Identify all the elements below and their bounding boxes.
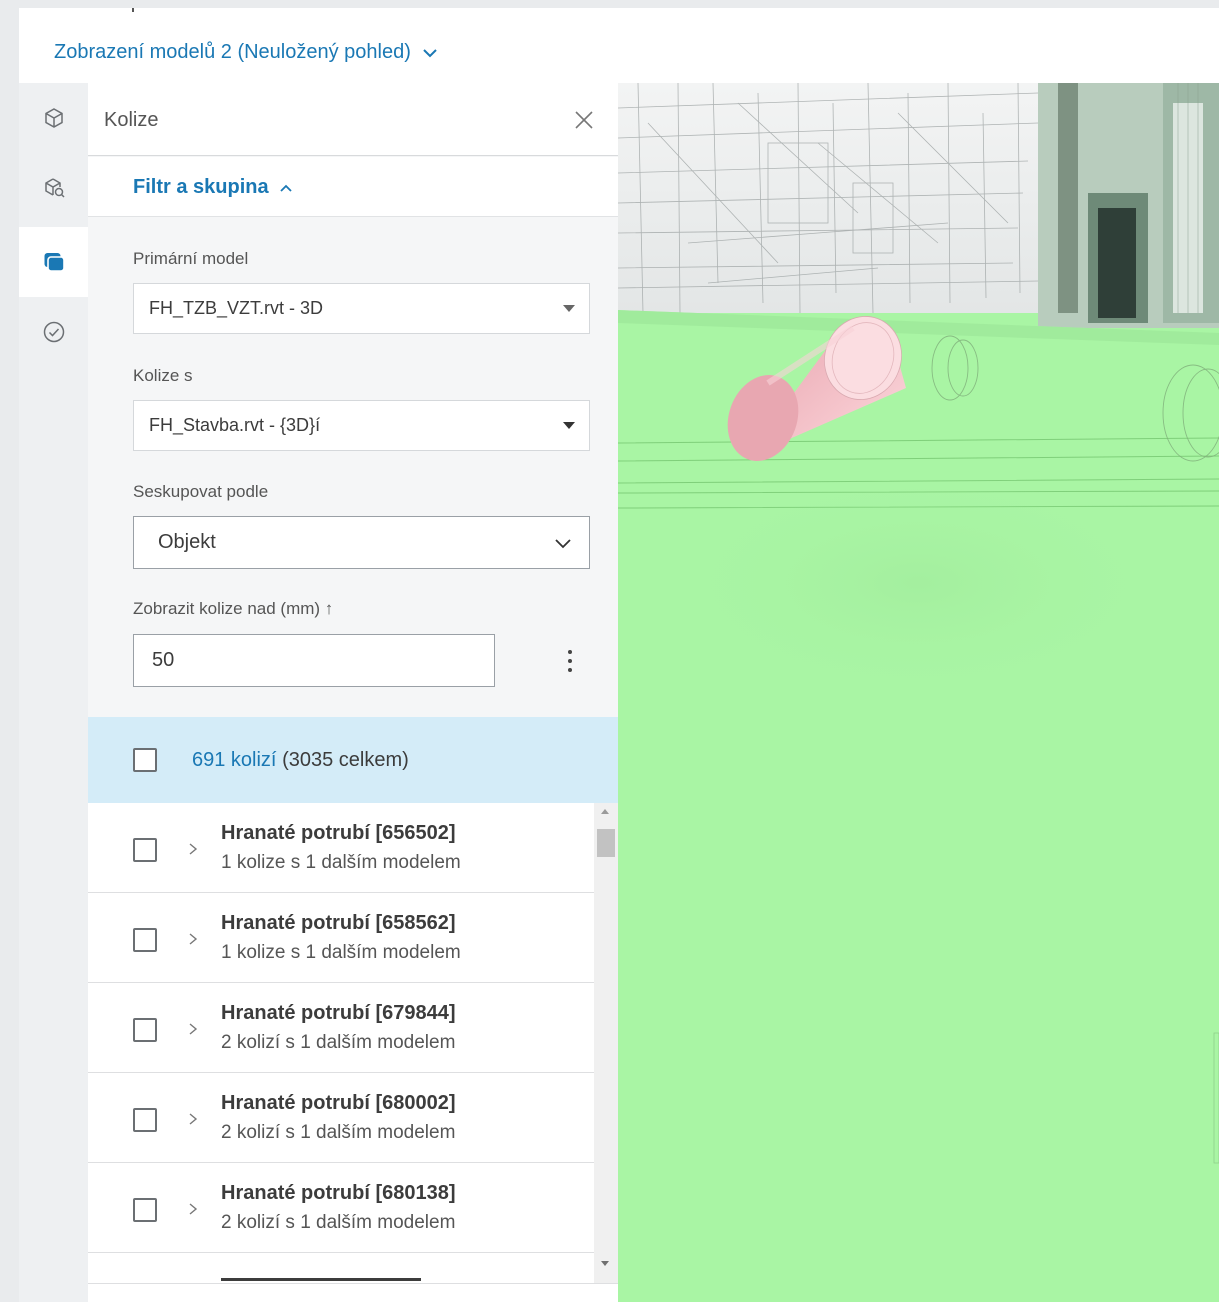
scroll-down-icon[interactable] [601, 1261, 609, 1266]
row-checkbox[interactable] [133, 1018, 157, 1042]
clash-total: (3035 celkem) [282, 749, 409, 771]
clash-summary-row: 691 kolizí (3035 celkem) [88, 717, 618, 803]
view-selector[interactable]: Zobrazení modelů 2 (Neuložený pohled) [54, 41, 439, 64]
clash-panel: Kolize Filtr a skupina Primární model FH… [88, 83, 618, 1302]
primary-model-label: Primární model [133, 249, 249, 268]
scroll-up-icon[interactable] [601, 809, 609, 814]
row-title: Hranaté potrubí [656502] [221, 822, 456, 844]
list-item-partial[interactable]: ▬▬▬▬▬▬▬▬▬▬ [88, 1253, 594, 1283]
threshold-input[interactable] [133, 634, 495, 687]
row-subtitle: 2 kolizí s 1 dalším modelem [221, 1212, 456, 1233]
cube-icon [44, 108, 63, 128]
row-checkbox[interactable] [133, 928, 157, 952]
section-title[interactable]: Filtr a skupina [133, 176, 293, 199]
row-title-cropped-glyphs: ▬▬▬▬▬▬▬▬▬▬ [221, 1271, 421, 1281]
chevron-up-icon [279, 184, 292, 192]
primary-model-value: FH_TZB_VZT.rvt - 3D [149, 298, 324, 318]
panel-title: Kolize [104, 109, 159, 131]
row-title: Hranaté potrubí [658562] [221, 912, 456, 934]
model-browser-tool-button[interactable] [19, 153, 88, 223]
clash-with-value: FH_Stavba.rvt - {3D}í [149, 415, 321, 435]
clash-count-link[interactable]: 691 kolizí [192, 749, 277, 771]
row-title: Hranaté potrubí [680138] [221, 1182, 456, 1204]
chevron-right-icon[interactable] [187, 1202, 199, 1216]
select-all-checkbox[interactable] [133, 748, 157, 772]
chevron-right-icon[interactable] [187, 842, 199, 856]
list-item[interactable]: Hranaté potrubí [658562] 1 kolize s 1 da… [88, 893, 594, 983]
caret-down-icon [563, 305, 575, 312]
close-icon[interactable] [573, 109, 595, 131]
row-subtitle: 2 kolizí s 1 dalším modelem [221, 1122, 456, 1143]
scroll-thumb[interactable] [597, 829, 615, 857]
filter-group-section-header[interactable]: Filtr a skupina [88, 157, 618, 217]
group-by-label: Seskupovat podle [133, 482, 269, 501]
top-bar: Zobrazení modelů 2 (Neuložený pohled) [19, 8, 1219, 83]
row-title: Hranaté potrubí [679844] [221, 1002, 456, 1024]
list-item[interactable]: Hranaté potrubí [656502] 1 kolize s 1 da… [88, 803, 594, 893]
chevron-right-icon[interactable] [187, 932, 199, 946]
model-canvas [618, 83, 1219, 1302]
tool-sidebar [19, 83, 88, 1302]
chevron-right-icon[interactable] [187, 1022, 199, 1036]
checkmark-circle-icon [43, 321, 64, 343]
clash-summary-text: 691 kolizí (3035 celkem) [192, 749, 409, 772]
row-checkbox[interactable] [133, 1198, 157, 1222]
list-item[interactable]: Hranaté potrubí [680002] 2 kolizí s 1 da… [88, 1073, 594, 1163]
list-item[interactable]: Hranaté potrubí [679844] 2 kolizí s 1 da… [88, 983, 594, 1073]
row-subtitle: 1 kolize s 1 dalším modelem [221, 852, 461, 873]
section-title-label: Filtr a skupina [133, 176, 269, 198]
panel-header: Kolize [88, 83, 618, 156]
issues-tool-button[interactable] [19, 297, 88, 367]
chevron-down-icon [423, 48, 437, 57]
clash-with-label: Kolize s [133, 366, 193, 385]
clash-with-select[interactable]: FH_Stavba.rvt - {3D}í [133, 400, 590, 451]
group-by-select[interactable]: Objekt [133, 516, 590, 569]
primary-model-select[interactable]: FH_TZB_VZT.rvt - 3D [133, 283, 590, 334]
top-tick [132, 8, 134, 12]
models-tool-button[interactable] [19, 83, 88, 153]
row-title-cropped: ▬▬▬▬▬▬▬▬▬▬ [221, 1271, 421, 1281]
list-item[interactable]: Hranaté potrubí [680138] 2 kolizí s 1 da… [88, 1163, 594, 1253]
row-checkbox[interactable] [133, 1108, 157, 1132]
clash-icon [44, 253, 65, 272]
clash-tool-button[interactable] [19, 227, 88, 297]
view-title-label: Zobrazení modelů 2 (Neuložený pohled) [54, 41, 411, 63]
caret-down-icon [563, 422, 575, 429]
model-search-icon [44, 178, 65, 198]
chevron-down-icon [555, 539, 571, 549]
row-subtitle: 2 kolizí s 1 dalším modelem [221, 1032, 456, 1053]
model-viewport[interactable] [618, 83, 1219, 1302]
panel-footer [88, 1283, 618, 1302]
list-scrollbar[interactable] [594, 803, 618, 1283]
more-options-icon[interactable] [560, 648, 580, 674]
chevron-right-icon[interactable] [187, 1112, 199, 1126]
threshold-label: Zobrazit kolize nad (mm) ↑ [133, 599, 334, 618]
group-by-value: Objekt [158, 531, 216, 553]
row-subtitle: 1 kolize s 1 dalším modelem [221, 942, 461, 963]
row-checkbox[interactable] [133, 838, 157, 862]
row-title: Hranaté potrubí [680002] [221, 1092, 456, 1114]
clash-list: Hranaté potrubí [656502] 1 kolize s 1 da… [88, 803, 594, 1283]
